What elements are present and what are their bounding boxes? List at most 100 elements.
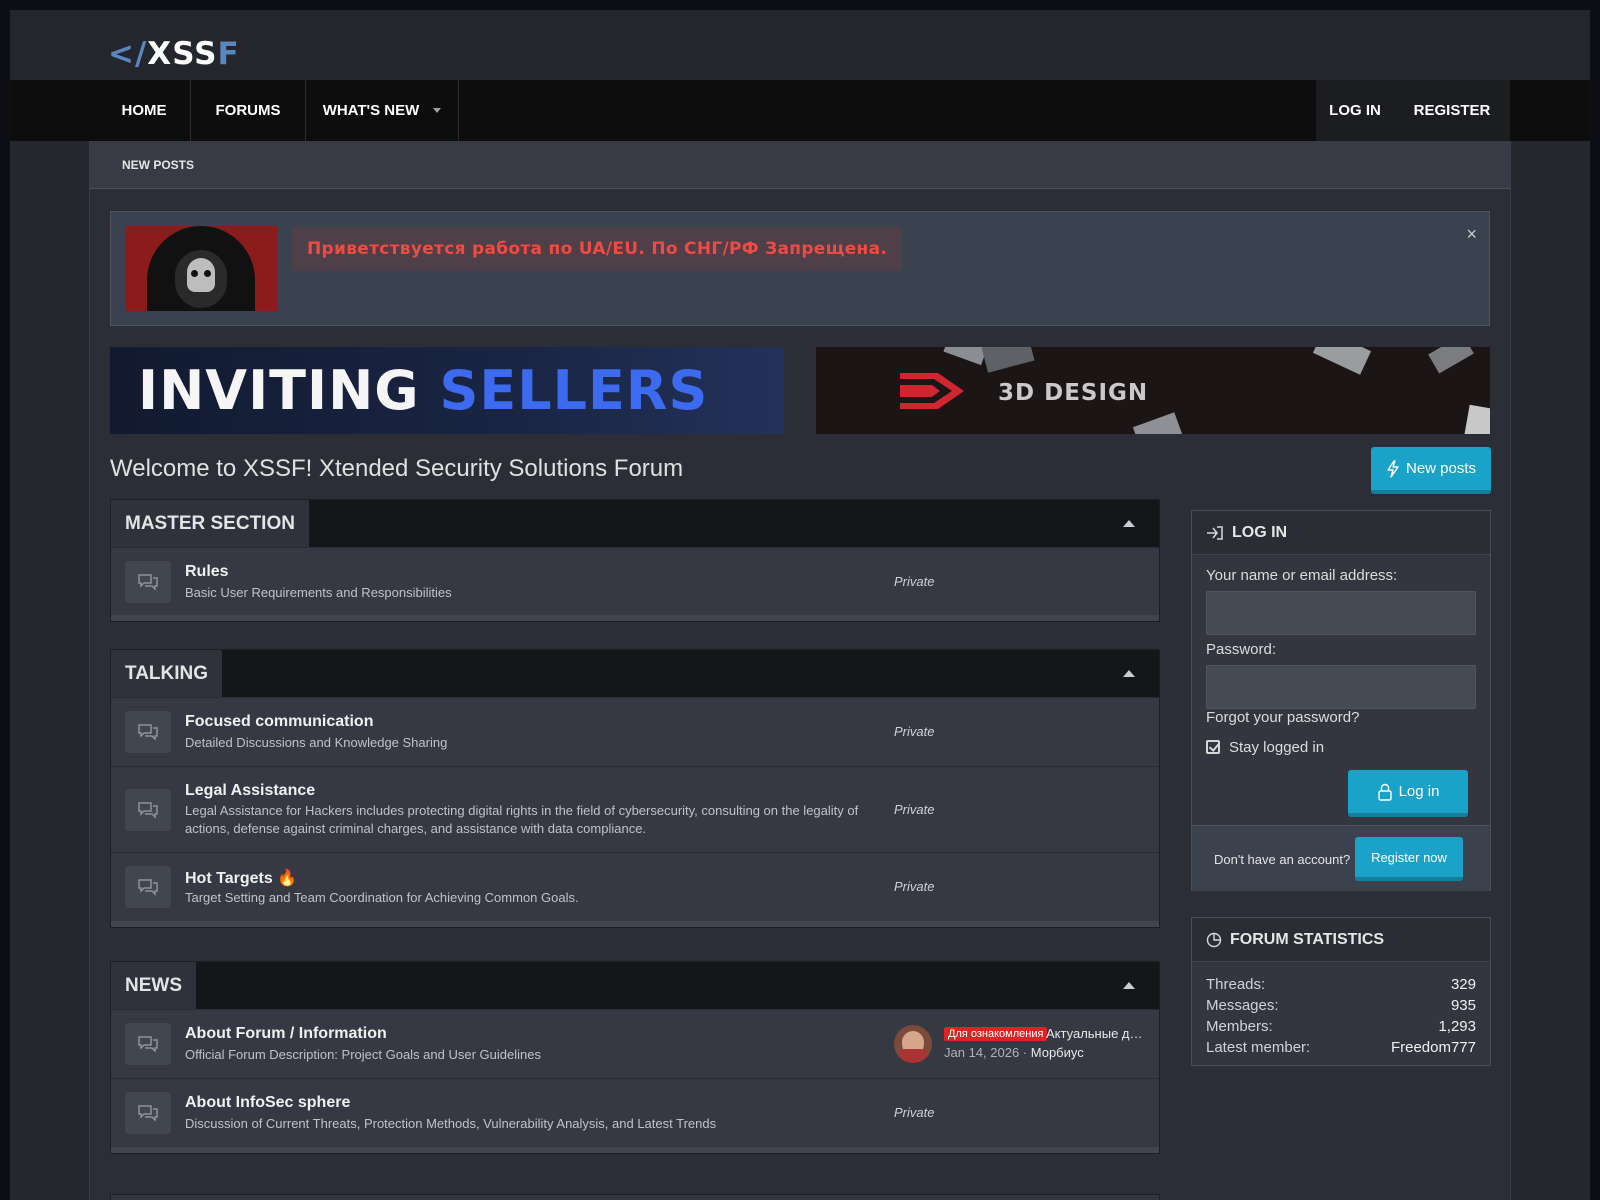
forum-title[interactable]: Rules <box>185 563 229 581</box>
log-in-button[interactable]: Log in <box>1348 770 1468 817</box>
forum-icon <box>125 789 171 831</box>
site-header: </XSSF <box>10 10 1590 80</box>
forum-statistics-title: FORUM STATISTICS <box>1230 930 1385 948</box>
login-link[interactable]: LOG IN <box>1316 80 1394 141</box>
forum-statistics-box: FORUM STATISTICS Threads: 329 Messages: 93… <box>1191 917 1491 1066</box>
register-link[interactable]: REGISTER <box>1394 80 1510 141</box>
latest-thread-user[interactable]: Морбиус <box>1031 1045 1084 1060</box>
logo-bracket: </ <box>108 36 148 72</box>
forum-node: Hot Targets 🔥 Target Setting and Team Co… <box>111 852 1159 921</box>
password-input[interactable] <box>1206 665 1476 709</box>
forum-description: Detailed Discussions and Knowledge Shari… <box>185 735 448 750</box>
stat-latest-member: Latest member: Freedom777 <box>1206 1039 1476 1056</box>
login-link-label: LOG IN <box>1329 102 1381 119</box>
category-header: NEWS <box>111 962 1159 1009</box>
forum-description: Discussion of Current Threats, Protectio… <box>185 1116 717 1131</box>
page-content: NEW POSTS Приветствуется работа по UA/EU… <box>89 141 1511 1200</box>
banner-3d-text: 3D DESIGN <box>998 380 1149 406</box>
category-title[interactable]: NEWS <box>111 962 196 1009</box>
tab-forums-label: FORUMS <box>215 102 281 119</box>
stay-logged-in-label[interactable]: Stay logged in <box>1229 739 1324 756</box>
forum-title[interactable]: Hot Targets 🔥 <box>185 868 297 888</box>
latest-thread-date[interactable]: Jan 14, 2026 <box>944 1045 1019 1060</box>
page-title: Welcome to XSSF! Xtended Security Soluti… <box>110 455 684 482</box>
banner-word-2: SELLERS <box>439 359 709 422</box>
pie-chart-icon <box>1206 932 1222 947</box>
forum-icon <box>125 1023 171 1065</box>
register-now-label: Register now <box>1371 849 1447 865</box>
forum-node: Focused communication Detailed Discussio… <box>111 697 1159 766</box>
username-label: Your name or email address: <box>1206 567 1398 584</box>
3d-design-logo-icon <box>900 373 964 409</box>
forum-private-label: Private <box>894 1105 935 1120</box>
forum-title[interactable]: Legal Assistance <box>185 782 315 800</box>
close-icon[interactable]: × <box>1466 224 1477 245</box>
log-in-button-label: Log in <box>1398 783 1440 800</box>
forum-icon <box>125 866 171 908</box>
login-box-header: LOG IN <box>1192 511 1490 555</box>
sign-in-icon <box>1207 525 1223 540</box>
banner-inviting-sellers[interactable]: INVITING SELLERS <box>110 347 784 434</box>
latest-thread-meta: Jan 14, 2026 · Морбиус <box>944 1045 1084 1060</box>
thread-prefix-badge[interactable]: Для ознакомления <box>944 1027 1048 1041</box>
forum-title[interactable]: About InfoSec sphere <box>185 1094 350 1112</box>
forum-icon <box>125 711 171 753</box>
new-posts-button[interactable]: New posts <box>1371 447 1491 494</box>
forum-title[interactable]: Focused communication <box>185 713 373 731</box>
site-logo[interactable]: </XSSF <box>108 36 240 72</box>
stat-messages: Messages: 935 <box>1206 997 1476 1014</box>
category-header: TALKING <box>111 650 1159 697</box>
forum-private-label: Private <box>894 802 935 817</box>
new-posts-button-label: New posts <box>1405 460 1477 477</box>
category-title[interactable]: TALKING <box>111 650 223 697</box>
collapse-icon[interactable] <box>1123 520 1135 527</box>
chevron-down-icon[interactable] <box>433 108 442 113</box>
category-header: MASTER SECTION <box>111 500 1159 547</box>
register-link-label: REGISTER <box>1413 102 1491 119</box>
latest-member-link[interactable]: Freedom777 <box>1391 1039 1476 1056</box>
forum-description: Legal Assistance for Hackers includes pr… <box>185 803 859 836</box>
category-title[interactable]: MASTER SECTION <box>111 500 309 547</box>
site-notice: Приветствуется работа по UA/EU. По СНГ/Р… <box>110 211 1490 326</box>
avatar[interactable] <box>894 1025 932 1063</box>
banner-3d-design[interactable]: 3D DESIGN <box>816 347 1490 434</box>
lightning-icon <box>1387 459 1399 478</box>
collapse-icon[interactable] <box>1123 982 1135 989</box>
tab-home[interactable]: HOME <box>98 80 191 141</box>
password-label: Password: <box>1206 641 1277 658</box>
forum-description: Official Forum Description: Project Goal… <box>185 1047 541 1062</box>
no-account-text: Don't have an account? <box>1214 852 1351 867</box>
forum-description: Target Setting and Team Coordination for… <box>185 890 579 905</box>
lock-icon <box>1377 783 1392 801</box>
logo-text-end: F <box>217 36 240 72</box>
category-master-section: MASTER SECTION Rules Basic User Requirem… <box>110 499 1160 622</box>
latest-thread-title[interactable]: Актуальные домены форума <box>1046 1026 1146 1041</box>
logo-text: XSS <box>147 36 218 72</box>
user-nav: LOG IN REGISTER <box>1316 80 1510 141</box>
main-nav: HOME FORUMS WHAT'S NEW LOG IN REGISTER <box>10 80 1590 141</box>
forgot-password-link[interactable]: Forgot your password? <box>1206 709 1359 726</box>
notice-message: Приветствуется работа по UA/EU. По СНГ/Р… <box>292 227 903 271</box>
tab-home-label: HOME <box>121 102 167 119</box>
register-now-button[interactable]: Register now <box>1355 837 1463 881</box>
tab-whats-new[interactable]: WHAT'S NEW <box>306 80 459 141</box>
tab-forums[interactable]: FORUMS <box>191 80 306 141</box>
notice-image <box>125 226 277 311</box>
forum-node: About InfoSec sphere Discussion of Curre… <box>111 1078 1159 1147</box>
stay-logged-in-checkbox[interactable] <box>1206 740 1220 754</box>
forum-private-label: Private <box>894 724 935 739</box>
sub-nav-new-posts[interactable]: NEW POSTS <box>122 158 194 172</box>
category-next <box>110 1194 1160 1200</box>
forum-icon <box>125 561 171 603</box>
username-input[interactable] <box>1206 591 1476 635</box>
tab-whats-new-label: WHAT'S NEW <box>322 102 420 119</box>
forum-title[interactable]: About Forum / Information <box>185 1025 387 1043</box>
collapse-icon[interactable] <box>1123 670 1135 677</box>
login-box-title: LOG IN <box>1232 523 1288 541</box>
sub-nav: NEW POSTS <box>90 141 1510 189</box>
login-box: LOG IN Your name or email address: Passw… <box>1191 510 1491 891</box>
forum-icon <box>125 1092 171 1134</box>
banner-word-1: INVITING <box>138 359 420 422</box>
forum-node: Legal Assistance Legal Assistance for Ha… <box>111 766 1159 852</box>
forum-private-label: Private <box>894 574 935 589</box>
